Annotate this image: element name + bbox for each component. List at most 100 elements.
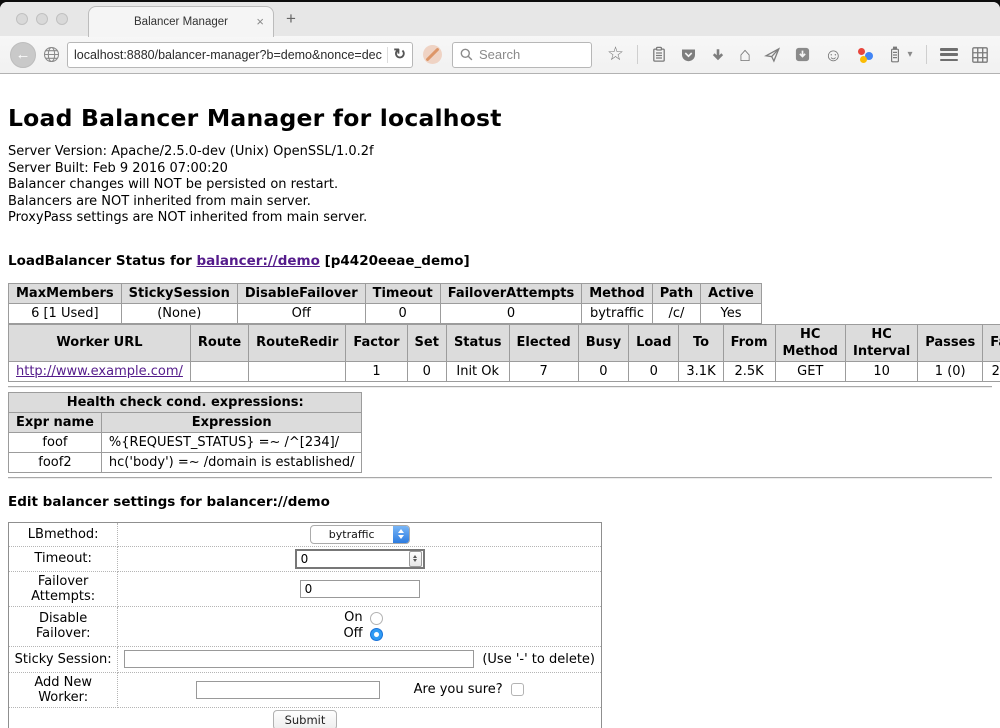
url-input[interactable]: localhost:8880/balancer-manager?b=demo&n… — [74, 48, 382, 62]
page-title: Load Balancer Manager for localhost — [8, 104, 992, 132]
cell-hc-interval: 10 — [845, 361, 917, 381]
home-icon[interactable]: ⌂ — [739, 46, 751, 64]
menu-hamburger-icon[interactable] — [940, 48, 958, 61]
tab-title: Balancer Manager — [134, 16, 228, 28]
balancer-status-table: MaxMembers StickySession DisableFailover… — [8, 283, 762, 324]
failover-attempts-input[interactable] — [300, 580, 420, 598]
column-header: Timeout — [365, 283, 440, 303]
cell-hc-method: GET — [775, 361, 845, 381]
column-header: MaxMembers — [9, 283, 122, 303]
window-close-button[interactable] — [16, 13, 28, 25]
lbmethod-label: LBmethod: — [9, 522, 118, 546]
form-row-failover-attempts: Failover Attempts: — [9, 571, 602, 606]
window-zoom-button[interactable] — [56, 13, 68, 25]
toolbar-divider — [926, 45, 927, 64]
cell-status: Init Ok — [446, 361, 509, 381]
column-header: RouteRedir — [249, 324, 346, 361]
confirm-checkbox[interactable] — [511, 683, 524, 696]
inherit-notice-line: Balancers are NOT inherited from main se… — [8, 194, 992, 211]
loadbalancer-status-heading: LoadBalancer Status for balancer://demo … — [8, 253, 992, 269]
column-header: HC Interval — [845, 324, 917, 361]
download-arrow-icon[interactable] — [710, 47, 726, 63]
radio-on-label: On — [337, 610, 363, 626]
lbmethod-selected-value: bytraffic — [311, 528, 393, 541]
cell-timeout: 0 — [365, 303, 440, 323]
browser-window: Balancer Manager × + ← localhost:8880/ba… — [0, 2, 1000, 728]
column-header: From — [723, 324, 775, 361]
column-header: Active — [701, 283, 762, 303]
new-tab-button[interactable]: + — [286, 9, 296, 29]
bookmarks-clipboard-icon[interactable] — [651, 46, 667, 63]
sticky-session-hint: (Use '-' to delete) — [482, 652, 595, 667]
feedback-smiley-icon[interactable]: ☺ — [824, 46, 842, 64]
column-header: Fails — [983, 324, 1000, 361]
cell-routeredir — [249, 361, 346, 381]
reload-icon[interactable]: ↻ — [393, 47, 406, 62]
navigation-toolbar: ← localhost:8880/balancer-manager?b=demo… — [0, 36, 1000, 74]
add-worker-input[interactable] — [196, 681, 380, 699]
balancer-demo-link[interactable]: balancer://demo — [197, 253, 320, 269]
cell-route — [190, 361, 248, 381]
chevron-down-icon[interactable]: ▾ — [908, 49, 913, 60]
cell-maxmembers: 6 [1 Used] — [9, 303, 122, 323]
server-built-line: Server Built: Feb 9 2016 07:00:20 — [8, 161, 992, 178]
proxypass-notice-line: ProxyPass settings are NOT inherited fro… — [8, 210, 992, 227]
cell-from: 2.5K — [723, 361, 775, 381]
colored-dots-extension-icon[interactable] — [856, 46, 874, 64]
table-row: 6 [1 Used] (None) Off 0 0 bytraffic /c/ … — [9, 303, 762, 323]
tab-balancer-manager[interactable]: Balancer Manager × — [88, 6, 274, 37]
column-header: Worker URL — [9, 324, 191, 361]
download-box-icon[interactable] — [794, 46, 811, 63]
cell-disablefailover: Off — [237, 303, 365, 323]
submit-button[interactable]: Submit — [273, 710, 338, 728]
worker-url-link[interactable]: http://www.example.com/ — [16, 364, 183, 379]
column-header: StickySession — [121, 283, 237, 303]
toolbar-divider — [637, 45, 638, 64]
sticky-session-label: Sticky Session: — [9, 646, 118, 672]
column-header: Expr name — [9, 412, 102, 432]
column-header: Elected — [509, 324, 578, 361]
server-version-line: Server Version: Apache/2.5.0-dev (Unix) … — [8, 144, 992, 161]
tab-close-icon[interactable]: × — [256, 15, 264, 29]
column-header: FailoverAttempts — [440, 283, 582, 303]
bookmark-star-icon[interactable]: ☆ — [607, 45, 624, 64]
status-heading-prefix: LoadBalancer Status for — [8, 253, 197, 269]
window-minimize-button[interactable] — [36, 13, 48, 25]
cell-failoverattempts: 0 — [440, 303, 582, 323]
sticky-session-input[interactable] — [124, 650, 474, 668]
column-header: Status — [446, 324, 509, 361]
window-controls — [16, 13, 68, 25]
form-row-submit: Submit — [9, 707, 602, 728]
form-row-add-worker: Add New Worker: Are you sure? — [9, 672, 602, 707]
cell-expression: hc('body') =~ /domain is established/ — [101, 452, 362, 472]
back-button[interactable]: ← — [10, 42, 36, 68]
battery-extension-icon[interactable] — [887, 46, 903, 64]
content-blocker-icon[interactable] — [423, 45, 442, 64]
cell-set: 0 — [407, 361, 446, 381]
cell-stickysession: (None) — [121, 303, 237, 323]
form-row-sticky-session: Sticky Session: (Use '-' to delete) — [9, 646, 602, 672]
table-header-row: Expr name Expression — [9, 412, 362, 432]
lbmethod-select[interactable]: bytraffic — [310, 525, 410, 544]
disable-failover-on-radio[interactable] — [370, 612, 383, 625]
disable-failover-off-radio[interactable] — [370, 628, 383, 641]
grid-pages-icon[interactable] — [971, 46, 989, 64]
search-input[interactable]: Search — [479, 47, 520, 62]
timeout-input[interactable]: 0 — [295, 549, 425, 569]
pocket-icon[interactable] — [680, 47, 697, 63]
form-row-timeout: Timeout: 0 — [9, 546, 602, 571]
timeout-value: 0 — [301, 552, 309, 566]
cell-busy: 0 — [578, 361, 628, 381]
send-plane-icon[interactable] — [764, 47, 781, 63]
edit-balancer-form: LBmethod: bytraffic Timeout: 0 — [8, 522, 602, 728]
back-arrow-icon: ← — [16, 46, 31, 63]
search-bar[interactable]: Search — [452, 42, 592, 68]
timeout-label: Timeout: — [9, 546, 118, 571]
cell-elected: 7 — [509, 361, 578, 381]
number-spinner-icon[interactable] — [409, 551, 422, 567]
url-bar[interactable]: localhost:8880/balancer-manager?b=demo&n… — [67, 42, 413, 68]
cell-active: Yes — [701, 303, 762, 323]
status-heading-suffix: [p4420eeae_demo] — [320, 253, 470, 269]
globe-icon — [43, 46, 60, 63]
add-worker-label: Add New Worker: — [9, 672, 118, 707]
